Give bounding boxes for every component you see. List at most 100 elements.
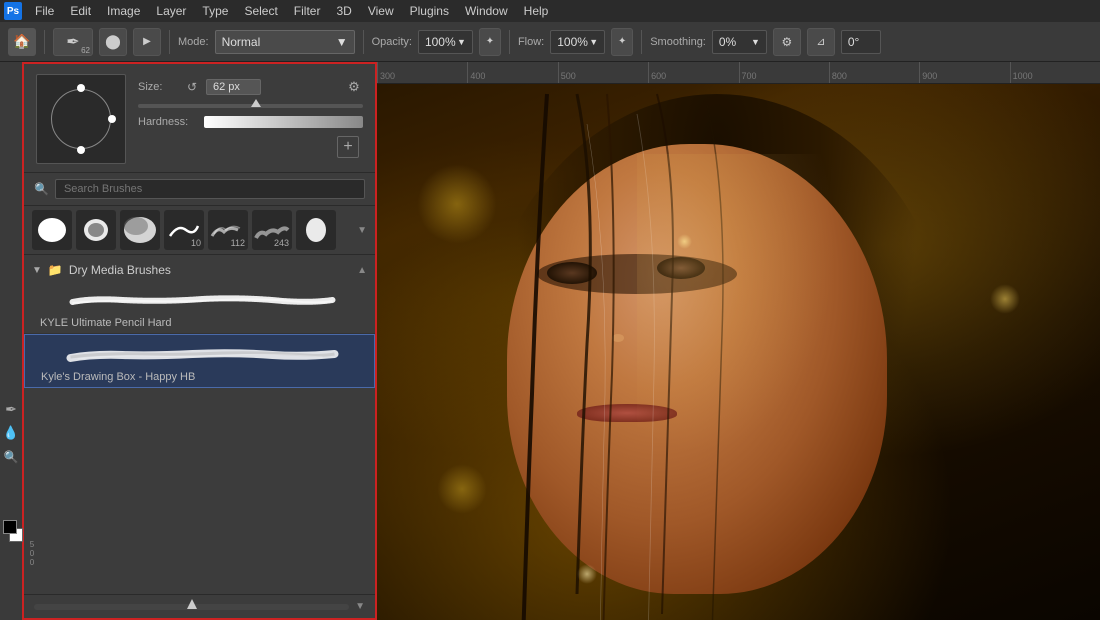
- canvas-background[interactable]: [377, 84, 1100, 620]
- preset-stroke-7: [298, 216, 334, 244]
- preset-thumb-4[interactable]: 10: [164, 210, 204, 250]
- flow-value[interactable]: 100% ▼: [550, 30, 605, 54]
- brush-icon: ✒: [66, 32, 79, 52]
- bottom-slider-thumb[interactable]: [187, 599, 197, 609]
- opacity-pressure-button[interactable]: ✦: [479, 28, 501, 56]
- mode-label: Mode:: [178, 36, 209, 48]
- brush-handle-right[interactable]: [108, 115, 116, 123]
- brush-size-badge: 62: [81, 46, 90, 55]
- reset-size-button[interactable]: ↺: [184, 79, 200, 95]
- color-swatches: [3, 520, 25, 550]
- brush-tool-button[interactable]: ✒ 62: [53, 28, 93, 56]
- bokeh-4: [577, 564, 597, 584]
- size-slider-thumb[interactable]: [251, 99, 261, 107]
- tool-pen[interactable]: ✒: [2, 400, 20, 418]
- menu-help[interactable]: Help: [517, 2, 556, 20]
- menu-type[interactable]: Type: [195, 2, 235, 20]
- preset-thumb-6[interactable]: 243: [252, 210, 292, 250]
- size-slider[interactable]: [138, 104, 363, 108]
- menu-edit[interactable]: Edit: [63, 2, 98, 20]
- bokeh-1: [417, 164, 497, 244]
- opacity-value[interactable]: 100% ▼: [418, 30, 473, 54]
- opacity-arrow: ▼: [457, 37, 466, 47]
- fg-color-swatch[interactable]: [3, 520, 17, 534]
- menu-file[interactable]: File: [28, 2, 61, 20]
- search-row: 🔍: [24, 173, 375, 206]
- brush-item-name-2: Kyle's Drawing Box - Happy HB: [41, 371, 364, 383]
- flow-arrow: ▼: [589, 37, 598, 47]
- smoothing-value[interactable]: 0% ▼: [712, 30, 767, 54]
- mode-dropdown[interactable]: Normal ▼: [215, 30, 355, 54]
- preset-num-4: 10: [191, 238, 201, 248]
- brush-preset-button[interactable]: ▶: [133, 28, 161, 56]
- bottom-slider-area: ▼: [24, 594, 375, 618]
- menu-filter[interactable]: Filter: [287, 2, 328, 20]
- brush-size-circle-button[interactable]: ⬤: [99, 28, 127, 56]
- preset-thumb-2[interactable]: [76, 210, 116, 250]
- brush-item-1[interactable]: KYLE Ultimate Pencil Hard: [24, 281, 375, 334]
- coord-val-2: 0: [30, 549, 34, 558]
- brush-gear-button[interactable]: ⚙: [345, 78, 363, 96]
- preset-thumb-5[interactable]: 112: [208, 210, 248, 250]
- ruler-mark-700: 700: [739, 62, 829, 83]
- brush-list: ▼ 📁 Dry Media Brushes ▲: [24, 255, 375, 594]
- brush-preview-stroke-2: [41, 339, 364, 369]
- stroke-svg-2: [41, 344, 364, 364]
- tool-eyedrop[interactable]: 💧: [2, 424, 20, 442]
- menu-select[interactable]: Select: [237, 2, 284, 20]
- smoothing-label: Smoothing:: [650, 36, 706, 48]
- preset-thumb-1[interactable]: [32, 210, 72, 250]
- mode-dropdown-arrow: ▼: [336, 35, 348, 49]
- preset-num-5: 112: [231, 238, 245, 248]
- size-value[interactable]: 62 px: [206, 79, 261, 95]
- preset-thumb-3[interactable]: [120, 210, 160, 250]
- menu-image[interactable]: Image: [100, 2, 147, 20]
- brush-panel: Size: ↺ 62 px ⚙ Hardness: + 🔍: [22, 62, 377, 620]
- bokeh-5: [677, 234, 692, 249]
- bottom-size-slider[interactable]: [34, 604, 349, 610]
- preset-stroke-3: [122, 216, 158, 244]
- menu-3d[interactable]: 3D: [329, 2, 358, 20]
- angle-button[interactable]: ⊿: [807, 28, 835, 56]
- bokeh-2: [437, 464, 487, 514]
- toolbar-divider-1: [44, 30, 45, 54]
- hardness-slider[interactable]: [204, 116, 363, 128]
- menu-plugins[interactable]: Plugins: [403, 2, 456, 20]
- ruler-mark-900: 900: [919, 62, 1009, 83]
- menu-window[interactable]: Window: [458, 2, 515, 20]
- toolbar: 🏠 ✒ 62 ⬤ ▶ Mode: Normal ▼ Opacity: 100% …: [0, 22, 1100, 62]
- preset-thumb-7[interactable]: [296, 210, 336, 250]
- group-collapse-icon: ▼: [32, 265, 42, 276]
- face-light: [637, 154, 837, 454]
- brush-handle-top[interactable]: [77, 84, 85, 92]
- brush-handle-bottom[interactable]: [77, 146, 85, 154]
- left-tool-strip: ✒ 💧 🔍: [0, 400, 22, 466]
- coordinate-display: 5 0 0: [22, 540, 42, 567]
- brush-circle-preview: [36, 74, 126, 164]
- tool-magnify[interactable]: 🔍: [2, 448, 20, 466]
- search-input[interactable]: [55, 179, 365, 199]
- brush-item-2[interactable]: Kyle's Drawing Box - Happy HB: [24, 334, 375, 388]
- flow-pressure-button[interactable]: ✦: [611, 28, 633, 56]
- angle-value[interactable]: 0°: [841, 30, 881, 54]
- home-button[interactable]: 🏠: [8, 28, 36, 56]
- menu-layer[interactable]: Layer: [149, 2, 193, 20]
- ruler-horizontal: 300 400 500 600 700 800 900 1000: [377, 62, 1100, 84]
- smoothing-settings-button[interactable]: ⚙: [773, 28, 801, 56]
- menu-bar: Ps File Edit Image Layer Type Select Fil…: [0, 0, 1100, 22]
- size-slider-row: [138, 104, 363, 108]
- menu-view[interactable]: View: [361, 2, 401, 20]
- coord-val-3: 0: [30, 558, 34, 567]
- presets-scroll-right[interactable]: ▼: [357, 225, 367, 236]
- ruler-mark-600: 600: [648, 62, 738, 83]
- group-scroll-up[interactable]: ▲: [357, 265, 367, 276]
- search-icon: 🔍: [34, 182, 49, 196]
- mode-value: Normal: [222, 35, 261, 49]
- ruler-mark-1000: 1000: [1010, 62, 1100, 83]
- preset-num-6: 243: [274, 238, 289, 248]
- brush-group-header[interactable]: ▼ 📁 Dry Media Brushes ▲: [24, 259, 375, 281]
- presets-bar: 10 112 243 ▼: [24, 206, 375, 255]
- opacity-label: Opacity:: [372, 36, 412, 48]
- add-brush-button[interactable]: +: [337, 136, 359, 158]
- ruler-mark-300: 300: [377, 62, 467, 83]
